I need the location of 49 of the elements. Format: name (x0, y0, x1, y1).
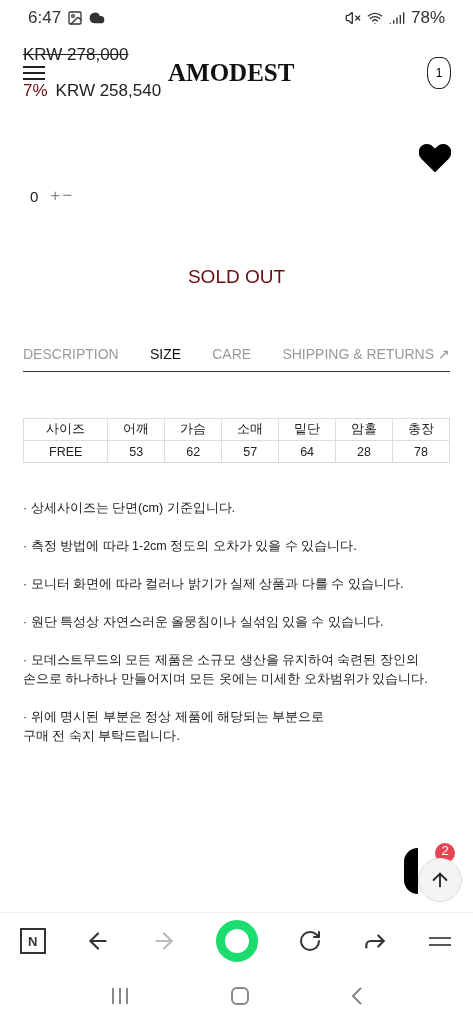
clock: 6:47 (28, 8, 62, 28)
column-header: 사이즈 (23, 418, 108, 441)
discount-rate: 7% (23, 81, 48, 101)
home-button[interactable]: N (19, 928, 46, 954)
cart-icon[interactable]: 1 (427, 57, 451, 89)
signal-icon (388, 10, 405, 26)
column-header: 가슴 (164, 418, 222, 441)
quantity-value: 0 (30, 187, 39, 205)
table-cell: 28 (335, 440, 393, 463)
table-cell: 62 (164, 440, 222, 463)
tab[interactable]: DESCRIPTION (23, 346, 119, 362)
mute-icon (344, 10, 361, 26)
table-cell: 53 (107, 440, 165, 463)
menu-icon[interactable] (427, 934, 454, 948)
battery-level: 78% (410, 8, 445, 28)
menu-icon[interactable] (23, 66, 45, 80)
tab[interactable]: SIZE (149, 346, 182, 362)
image-icon (67, 10, 84, 26)
table-cell: 57 (221, 440, 279, 463)
column-header: 총장 (392, 418, 450, 441)
wishlist-heart-icon[interactable] (419, 144, 451, 172)
home-icon[interactable] (231, 987, 250, 1005)
plus-button[interactable]: + (50, 186, 61, 206)
sale-price: KRW 258,540 (55, 81, 162, 101)
size-note: · 모데스트무드의 모든 제품은 소규모 생산을 유지하여 숙련된 장인의 손으로 하나하나 만들어지며 모든 옷에는 미세한 오차범위가 있습니다. (23, 652, 429, 688)
scroll-top-button[interactable] (418, 858, 462, 902)
recent-apps-icon[interactable] (111, 988, 130, 1004)
column-header: 소매 (221, 418, 279, 441)
tab[interactable]: CARE (212, 346, 252, 362)
table-cell: FREE (23, 440, 108, 463)
column-header: 밑단 (278, 418, 336, 441)
size-note: · 측정 방법에 따라 1-2cm 정도의 오차가 있을 수 있습니다. (23, 538, 358, 555)
column-header: 어깨 (107, 418, 165, 441)
size-note: · 위에 명시된 부분은 정상 제품에 해당되는 부분으로 구매 전 숙지 부탁드립니다. (23, 709, 326, 745)
cloud-icon (89, 10, 106, 26)
size-note: · 상세사이즈는 단면(cm) 기준입니다. (23, 500, 237, 517)
tab[interactable]: SHIPPING & RETURNS ↗ (282, 346, 450, 362)
table-cell: 78 (392, 440, 450, 463)
chat-button[interactable] (404, 848, 418, 894)
column-header: 암홀 (335, 418, 393, 441)
logo[interactable]: AMODEST (168, 59, 295, 87)
original-price: KRW 278,000 (23, 45, 130, 65)
size-note: · 모니터 화면에 따라 컬러나 밝기가 실제 상품과 다를 수 있습니다. (23, 576, 405, 593)
size-note: · 원단 특성상 자연스러운 올뭉침이나 실섞임 있을 수 있습니다. (23, 614, 385, 631)
reload-icon[interactable] (298, 929, 323, 953)
sold-out-label: SOLD OUT (186, 266, 287, 288)
wifi-icon (366, 10, 383, 26)
table-cell: 64 (278, 440, 336, 463)
minus-button[interactable]: − (62, 186, 73, 206)
